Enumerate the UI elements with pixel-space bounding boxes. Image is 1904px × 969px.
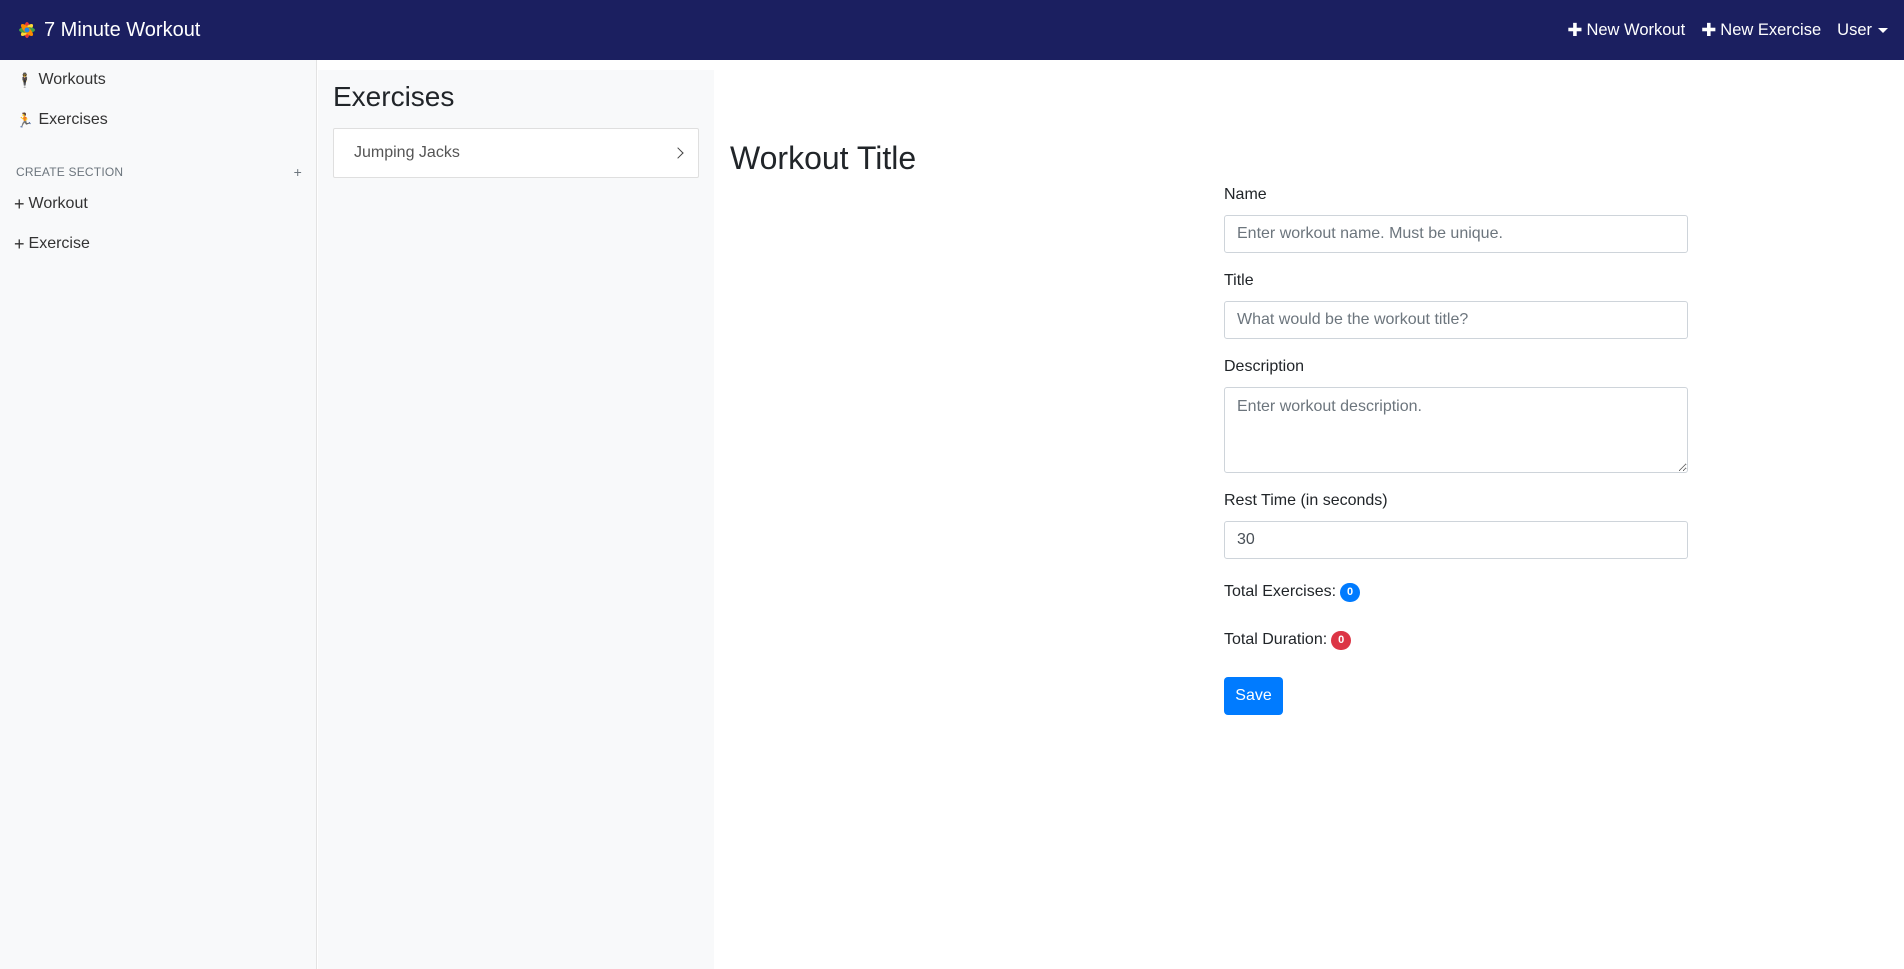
title-label: Title bbox=[1224, 272, 1254, 289]
app-logo-icon bbox=[19, 22, 35, 38]
title-group: Title bbox=[1224, 272, 1688, 339]
caret-down-icon bbox=[1878, 27, 1888, 33]
name-group: Name bbox=[1224, 186, 1688, 253]
new-exercise-label: New Exercise bbox=[1720, 20, 1822, 39]
navbar-actions: ✚ New Workout ✚ New Exercise User bbox=[1567, 20, 1888, 41]
name-input[interactable] bbox=[1224, 215, 1688, 253]
new-workout-label: New Workout bbox=[1586, 20, 1686, 39]
total-duration: Total Duration: 0 bbox=[1224, 629, 1688, 651]
description-label: Description bbox=[1224, 358, 1305, 375]
sidebar-item-workouts[interactable]: 🕴 Workouts bbox=[0, 60, 316, 100]
total-duration-badge: 0 bbox=[1331, 630, 1352, 650]
plus-icon: + bbox=[14, 233, 25, 254]
top-navbar: 7 Minute Workout ✚ New Workout ✚ New Exe… bbox=[0, 0, 1904, 60]
create-section-title: CREATE SECTION bbox=[16, 165, 124, 179]
person-running-icon: 🏃 bbox=[16, 111, 34, 128]
user-dropdown[interactable]: User bbox=[1837, 21, 1888, 40]
workout-form: Name Title Description Rest Time (in sec… bbox=[1224, 186, 1688, 715]
exercises-panel: Exercises Jumping Jacks bbox=[318, 70, 714, 969]
sidebar-create-workout[interactable]: + Workout bbox=[0, 184, 316, 224]
add-icon[interactable]: + bbox=[294, 164, 302, 180]
name-label: Name bbox=[1224, 186, 1267, 203]
save-button[interactable]: Save bbox=[1224, 677, 1283, 715]
rest-time-input[interactable] bbox=[1224, 521, 1688, 559]
total-exercises-badge: 0 bbox=[1340, 582, 1361, 602]
sidebar-item-label: Exercises bbox=[38, 111, 108, 128]
sidebar-create-label: Workout bbox=[28, 195, 88, 212]
new-exercise-link[interactable]: ✚ New Exercise bbox=[1701, 20, 1821, 41]
app-brand[interactable]: 7 Minute Workout bbox=[16, 19, 200, 42]
plus-icon: + bbox=[14, 193, 25, 214]
app-title: 7 Minute Workout bbox=[44, 18, 201, 41]
title-input[interactable] bbox=[1224, 301, 1688, 339]
person-standing-icon: 🕴 bbox=[16, 71, 34, 88]
sidebar-item-label: Workouts bbox=[38, 71, 106, 88]
description-group: Description bbox=[1224, 358, 1688, 473]
rest-time-label: Rest Time (in seconds) bbox=[1224, 492, 1388, 509]
description-textarea[interactable] bbox=[1224, 387, 1688, 473]
exercises-panel-title: Exercises bbox=[333, 81, 455, 112]
total-exercises-label: Total Exercises: bbox=[1224, 583, 1337, 600]
total-exercises: Total Exercises: 0 bbox=[1224, 581, 1688, 603]
user-label: User bbox=[1837, 20, 1872, 39]
plus-icon: ✚ bbox=[1701, 19, 1717, 40]
sidebar: 🕴 Workouts 🏃 Exercises CREATE SECTION + … bbox=[0, 60, 317, 969]
plus-icon: ✚ bbox=[1567, 19, 1583, 40]
exercise-list-item[interactable]: Jumping Jacks bbox=[333, 128, 699, 178]
sidebar-item-exercises[interactable]: 🏃 Exercises bbox=[0, 100, 316, 140]
rest-time-group: Rest Time (in seconds) bbox=[1224, 492, 1688, 559]
exercise-item-label: Jumping Jacks bbox=[354, 144, 460, 161]
page-title: Workout Title bbox=[730, 140, 917, 176]
new-workout-link[interactable]: ✚ New Workout bbox=[1567, 20, 1685, 41]
chevron-right-icon bbox=[672, 147, 684, 159]
sidebar-create-label: Exercise bbox=[28, 235, 90, 252]
sidebar-create-exercise[interactable]: + Exercise bbox=[0, 224, 316, 264]
create-section-heading: CREATE SECTION + bbox=[0, 162, 316, 182]
total-duration-label: Total Duration: bbox=[1224, 631, 1328, 648]
